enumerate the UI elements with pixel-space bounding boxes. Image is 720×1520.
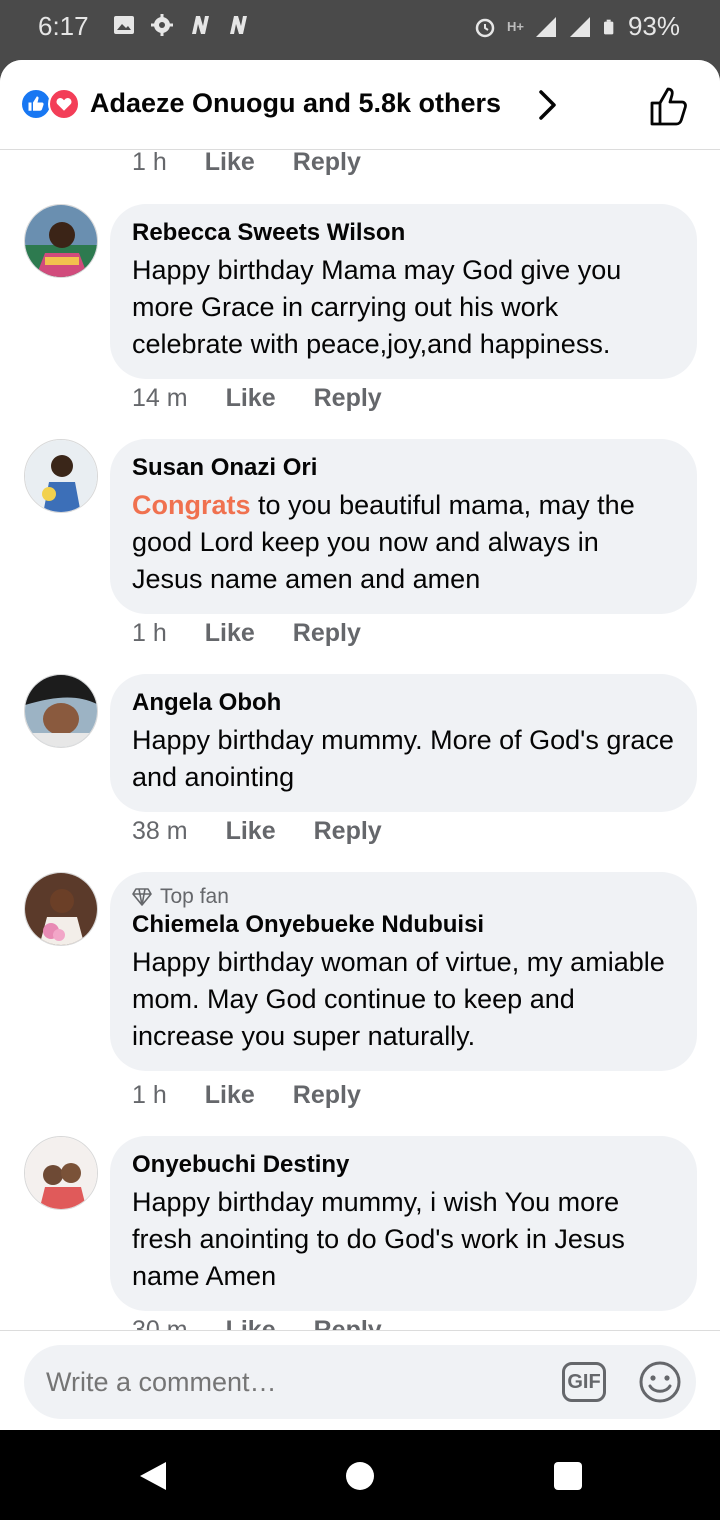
comment-composer: GIF bbox=[0, 1330, 720, 1430]
emoji-icon[interactable] bbox=[638, 1360, 682, 1404]
comment-meta-row: 14 m Like Reply bbox=[132, 384, 420, 413]
highlighted-word[interactable]: Congrats bbox=[132, 490, 251, 520]
comment-bubble[interactable]: Angela Oboh Happy birthday mummy. More o… bbox=[110, 674, 697, 812]
comment-bubble[interactable]: Susan Onazi Ori Congrats to you beautifu… bbox=[110, 439, 697, 614]
comment-timestamp: 1 h bbox=[132, 1081, 167, 1109]
comment-text: Happy birthday Mama may God give you mor… bbox=[132, 255, 622, 359]
comment-bubble[interactable]: Onyebuchi Destiny Happy birthday mummy, … bbox=[110, 1136, 697, 1311]
commenter-name[interactable]: Susan Onazi Ori bbox=[132, 453, 675, 483]
comment-bubble[interactable]: Top fan Chiemela Onyebueke Ndubuisi Happ… bbox=[110, 872, 697, 1071]
comment-timestamp: 1 h bbox=[132, 619, 167, 647]
reactions-summary[interactable]: Adaeze Onuogu and 5.8k others bbox=[90, 88, 501, 119]
gear-icon bbox=[151, 14, 173, 36]
status-system-icons: H+ 93% bbox=[473, 11, 680, 42]
comment-input[interactable] bbox=[46, 1367, 526, 1398]
comment-timestamp: 1 h bbox=[132, 150, 167, 176]
comment-meta-row: 1 h Like Reply bbox=[132, 150, 399, 177]
comments-list[interactable]: 1 h Like Reply Rebecca Sweets Wilson Hap… bbox=[0, 150, 720, 1330]
battery-icon bbox=[603, 19, 614, 34]
reply-button[interactable]: Reply bbox=[314, 817, 382, 846]
n-icon bbox=[192, 16, 209, 34]
alarm-icon bbox=[475, 18, 495, 37]
n-icon bbox=[230, 16, 247, 34]
signal-icon bbox=[535, 16, 556, 37]
comments-sheet: Adaeze Onuogu and 5.8k others 1 h Like R… bbox=[0, 60, 720, 1430]
gif-label: GIF bbox=[567, 1370, 601, 1393]
image-icon bbox=[114, 16, 134, 34]
diamond-icon bbox=[132, 888, 152, 906]
status-bar: 6:17 H+ 93% bbox=[0, 0, 720, 56]
like-button[interactable]: Like bbox=[205, 1081, 255, 1110]
comment-text: Happy birthday mummy, i wish You more fr… bbox=[132, 1187, 625, 1291]
commenter-name[interactable]: Chiemela Onyebueke Ndubuisi bbox=[132, 910, 675, 940]
like-button[interactable]: Like bbox=[205, 619, 255, 648]
battery-percentage: 93% bbox=[627, 11, 680, 41]
reply-button[interactable]: Reply bbox=[293, 619, 361, 648]
status-notification-icons bbox=[112, 13, 250, 37]
signal-icon bbox=[569, 16, 590, 37]
avatar[interactable] bbox=[24, 1136, 98, 1210]
comment-bubble[interactable]: Rebecca Sweets Wilson Happy birthday Mam… bbox=[110, 204, 697, 379]
network-type-label: H+ bbox=[506, 19, 524, 34]
reply-button[interactable]: Reply bbox=[293, 1081, 361, 1110]
avatar[interactable] bbox=[24, 204, 98, 278]
back-icon[interactable] bbox=[138, 1460, 168, 1492]
commenter-name[interactable]: Rebecca Sweets Wilson bbox=[132, 218, 675, 248]
gif-button[interactable]: GIF bbox=[562, 1362, 606, 1402]
comment-timestamp: 14 m bbox=[132, 384, 188, 412]
reply-button[interactable]: Reply bbox=[314, 384, 382, 413]
home-icon[interactable] bbox=[346, 1462, 374, 1490]
comment-meta-row: 38 m Like Reply bbox=[132, 817, 420, 846]
like-button[interactable]: Like bbox=[226, 384, 276, 413]
comment-timestamp: 38 m bbox=[132, 817, 188, 845]
top-fan-badge: Top fan bbox=[132, 884, 675, 910]
comment-meta-row: 30 m Like Reply bbox=[132, 1316, 420, 1330]
commenter-name[interactable]: Onyebuchi Destiny bbox=[132, 1150, 675, 1180]
recent-apps-icon[interactable] bbox=[554, 1462, 582, 1490]
avatar[interactable] bbox=[24, 872, 98, 946]
chevron-right-icon[interactable] bbox=[536, 88, 560, 122]
reply-button[interactable]: Reply bbox=[314, 1316, 382, 1330]
comment-input-box[interactable]: GIF bbox=[24, 1345, 696, 1419]
like-button[interactable]: Like bbox=[205, 150, 255, 177]
comment-text: Happy birthday mummy. More of God's grac… bbox=[132, 725, 674, 792]
commenter-name[interactable]: Angela Oboh bbox=[132, 688, 675, 718]
status-time: 6:17 bbox=[38, 11, 89, 41]
system-nav-bar bbox=[0, 1430, 720, 1520]
reactions-header[interactable]: Adaeze Onuogu and 5.8k others bbox=[0, 60, 720, 150]
comment-meta-row: 1 h Like Reply bbox=[132, 619, 399, 648]
like-button[interactable]: Like bbox=[226, 817, 276, 846]
comment-text: Congrats to you beautiful mama, may the … bbox=[132, 487, 675, 598]
comment-meta-row: 1 h Like Reply bbox=[132, 1081, 399, 1110]
avatar[interactable] bbox=[24, 674, 98, 748]
top-fan-label: Top fan bbox=[160, 885, 229, 908]
love-reaction-icon bbox=[48, 88, 80, 120]
thumbs-up-icon[interactable] bbox=[648, 84, 692, 128]
comment-timestamp: 30 m bbox=[132, 1316, 188, 1330]
reaction-icons bbox=[20, 88, 82, 120]
reply-button[interactable]: Reply bbox=[293, 150, 361, 177]
comment-text: Happy birthday woman of virtue, my amiab… bbox=[132, 947, 665, 1051]
like-button[interactable]: Like bbox=[226, 1316, 276, 1330]
avatar[interactable] bbox=[24, 439, 98, 513]
